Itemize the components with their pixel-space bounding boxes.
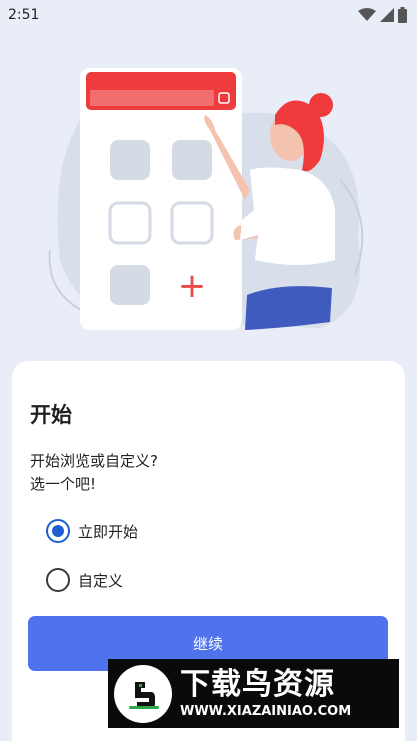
radio-customize[interactable] <box>46 568 70 592</box>
hero-illustration: + <box>40 60 380 340</box>
wifi-icon <box>358 8 376 22</box>
plus-glyph: + <box>178 266 207 306</box>
status-bar: 2:51 <box>0 0 417 30</box>
prompt-line-1: 开始浏览或自定义? <box>30 452 158 470</box>
watermark-banner: 下载鸟资源 WWW.XIAZAINIAO.COM <box>108 659 399 728</box>
option-start-now[interactable]: 立即开始 <box>46 519 138 543</box>
watermark-url: WWW.XIAZAINIAO.COM <box>180 703 352 719</box>
status-time: 2:51 <box>8 7 40 23</box>
radio-start-now[interactable] <box>46 519 70 543</box>
battery-icon <box>398 7 407 23</box>
card-prompt: 开始浏览或自定义? 选一个吧! <box>30 450 330 496</box>
watermark-text: 下载鸟资源 WWW.XIAZAINIAO.COM <box>180 667 351 721</box>
option-customize-label: 自定义 <box>78 571 124 590</box>
cell-signal-icon <box>380 8 394 22</box>
prompt-line-2: 选一个吧! <box>30 475 97 493</box>
watermark-title: 下载鸟资源 <box>180 666 335 702</box>
bird-logo-icon <box>114 664 172 723</box>
status-icons <box>358 7 407 23</box>
card-title: 开始 <box>30 403 72 427</box>
option-start-now-label: 立即开始 <box>78 522 139 541</box>
option-customize[interactable]: 自定义 <box>46 568 123 592</box>
